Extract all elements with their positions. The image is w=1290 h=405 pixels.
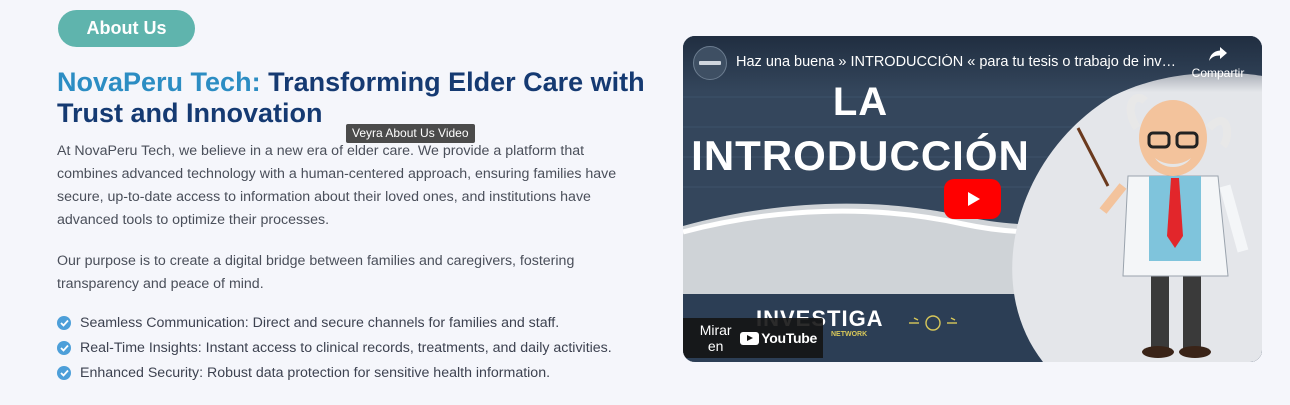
youtube-logo: YouTube (740, 330, 817, 346)
share-label: Compartir (1191, 66, 1245, 80)
play-button[interactable] (944, 179, 1001, 219)
title-accent: NovaPeru Tech: (57, 67, 261, 97)
check-circle-icon (57, 340, 71, 355)
video-tooltip: Veyra About Us Video (346, 124, 475, 143)
youtube-play-icon (740, 331, 760, 345)
purpose-paragraph: Our purpose is to create a digital bridg… (57, 253, 575, 292)
feature-item: Enhanced Security: Robust data protectio… (57, 360, 612, 385)
check-circle-icon (57, 315, 71, 330)
watch-on-youtube-button[interactable]: Mirar en YouTube (683, 318, 823, 358)
embedded-video[interactable]: Haz una buena » INTRODUCCIÓN « para tu t… (683, 36, 1262, 362)
feature-text: Enhanced Security: Robust data protectio… (80, 364, 551, 381)
channel-avatar[interactable] (693, 46, 727, 80)
check-circle-icon (57, 365, 71, 380)
share-arrow-icon (1209, 47, 1227, 61)
thumbnail-text-line1: LA (832, 80, 889, 124)
about-us-badge[interactable]: About Us (58, 10, 195, 47)
play-icon (967, 192, 980, 206)
youtube-label: YouTube (761, 330, 817, 346)
thumbnail-text-line2: INTRODUCCIÓN (691, 132, 1030, 179)
thumbnail-brand-sub: NETWORK (831, 331, 868, 338)
feature-text: Seamless Communication: Direct and secur… (80, 314, 560, 331)
feature-list: Seamless Communication: Direct and secur… (57, 310, 612, 385)
intro-paragraph: At NovaPeru Tech, we believe in a new er… (57, 143, 617, 228)
feature-text: Real-Time Insights: Instant access to cl… (80, 339, 612, 356)
watch-label: Mirar en (699, 322, 732, 354)
video-title[interactable]: Haz una buena » INTRODUCCIÓN « para tu t… (736, 54, 1181, 70)
channel-logo-icon (699, 61, 721, 65)
page-title: NovaPeru Tech: Transforming Elder Care w… (57, 67, 657, 129)
feature-item: Seamless Communication: Direct and secur… (57, 310, 612, 335)
feature-item: Real-Time Insights: Instant access to cl… (57, 335, 612, 360)
share-button[interactable]: Compartir (1183, 46, 1253, 80)
